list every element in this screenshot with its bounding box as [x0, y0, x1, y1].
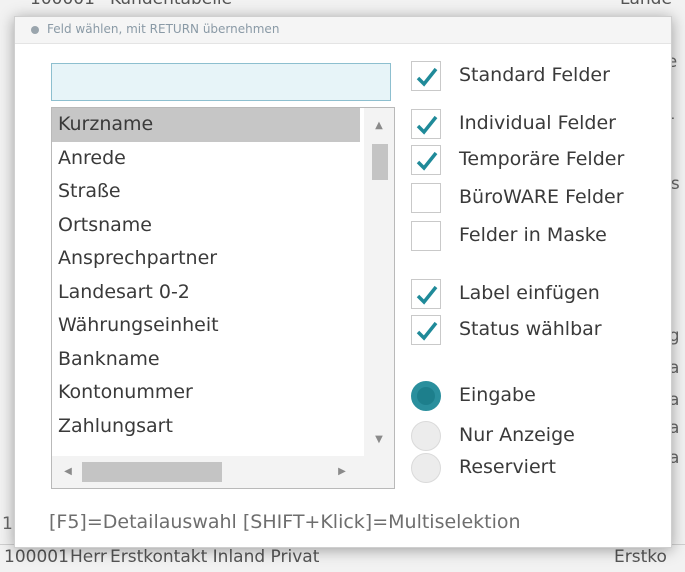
mode-input-radio[interactable] [411, 381, 441, 411]
standard-fields-label: Standard Felder [459, 64, 610, 86]
field-list: Kurzname Anrede Straße Ortsname Ansprech… [52, 108, 364, 443]
keyboard-hint: [F5]=Detailauswahl [SHIFT+Klick]=Multise… [49, 511, 521, 533]
temporary-fields-label: Temporäre Felder [459, 148, 625, 170]
mask-fields-label: Felder in Maske [459, 224, 607, 246]
mode-reserved-radio[interactable] [411, 453, 441, 483]
check-icon [416, 321, 438, 341]
buroware-fields-checkbox[interactable] [411, 183, 441, 213]
arrow-right-icon[interactable]: ▶ [332, 456, 352, 488]
check-icon [416, 67, 438, 87]
status-selectable-checkbox[interactable] [411, 315, 441, 345]
list-item[interactable]: Kontonummer [52, 376, 364, 410]
mode-display-only-label: Nur Anzeige [459, 424, 575, 446]
buroware-fields-label: BüroWARE Felder [459, 186, 624, 208]
arrow-down-icon[interactable]: ▼ [364, 428, 394, 452]
horizontal-scrollbar[interactable]: ◀ ▶ [52, 456, 364, 488]
list-item[interactable]: Ortsname [52, 209, 364, 243]
table-cell-id: 100001 [4, 547, 69, 567]
mask-fields-checkbox[interactable] [411, 221, 441, 251]
insert-label-checkbox[interactable] [411, 279, 441, 309]
standard-fields-checkbox[interactable] [411, 61, 441, 91]
table-row: 100001 Herr Erstkontakt Inland Privat Er… [0, 544, 685, 571]
table-cell-extra: Erstko [614, 547, 667, 567]
list-item[interactable]: Währungseinheit [52, 309, 364, 343]
search-input[interactable] [51, 63, 391, 101]
list-item[interactable]: Landesart 0-2 [52, 276, 364, 310]
table-row: 100001 Kundentabelle Lahde [0, 0, 685, 13]
list-item[interactable]: Ansprechpartner [52, 242, 364, 276]
horizontal-scroll-thumb[interactable] [82, 462, 222, 482]
list-item[interactable]: Anrede [52, 142, 364, 176]
individual-fields-label: Individual Felder [459, 112, 616, 134]
table-cell-name: Kundentabelle [110, 0, 232, 9]
check-icon [416, 285, 438, 305]
check-icon [416, 151, 438, 171]
field-select-dialog: Feld wählen, mit RETURN übernehmen Kurzn… [14, 16, 672, 548]
insert-label-label: Label einfügen [459, 282, 600, 304]
temporary-fields-checkbox[interactable] [411, 145, 441, 175]
table-cell-id: 100001 [30, 0, 95, 9]
list-item[interactable]: Straße [52, 175, 364, 209]
mode-reserved-label: Reserviert [459, 456, 556, 478]
arrow-left-icon[interactable]: ◀ [58, 456, 78, 488]
individual-fields-checkbox[interactable] [411, 109, 441, 139]
field-listbox[interactable]: Kurzname Anrede Straße Ortsname Ansprech… [51, 107, 395, 489]
status-selectable-label: Status wählbar [459, 318, 602, 340]
status-dot-icon [31, 26, 39, 34]
mode-display-only-radio[interactable] [411, 421, 441, 451]
list-item-selected[interactable]: Kurzname [52, 108, 360, 142]
list-item[interactable]: Zahlungsart [52, 410, 364, 444]
vertical-scroll-thumb[interactable] [372, 144, 388, 180]
arrow-up-icon[interactable]: ▲ [364, 114, 394, 138]
list-item[interactable]: Bankname [52, 343, 364, 377]
table-cell-name: Erstkontakt Inland Privat [110, 547, 320, 567]
table-cell-salutation: Herr [70, 547, 107, 567]
vertical-scrollbar[interactable]: ▲ ▼ [364, 108, 394, 456]
dialog-titlebar[interactable]: Feld wählen, mit RETURN übernehmen [15, 17, 671, 44]
scrollbar-corner [364, 456, 394, 488]
dialog-title: Feld wählen, mit RETURN übernehmen [47, 22, 280, 36]
mode-input-label: Eingabe [459, 384, 536, 406]
check-icon [416, 115, 438, 135]
table-cell-extra: Lahde [620, 0, 672, 9]
